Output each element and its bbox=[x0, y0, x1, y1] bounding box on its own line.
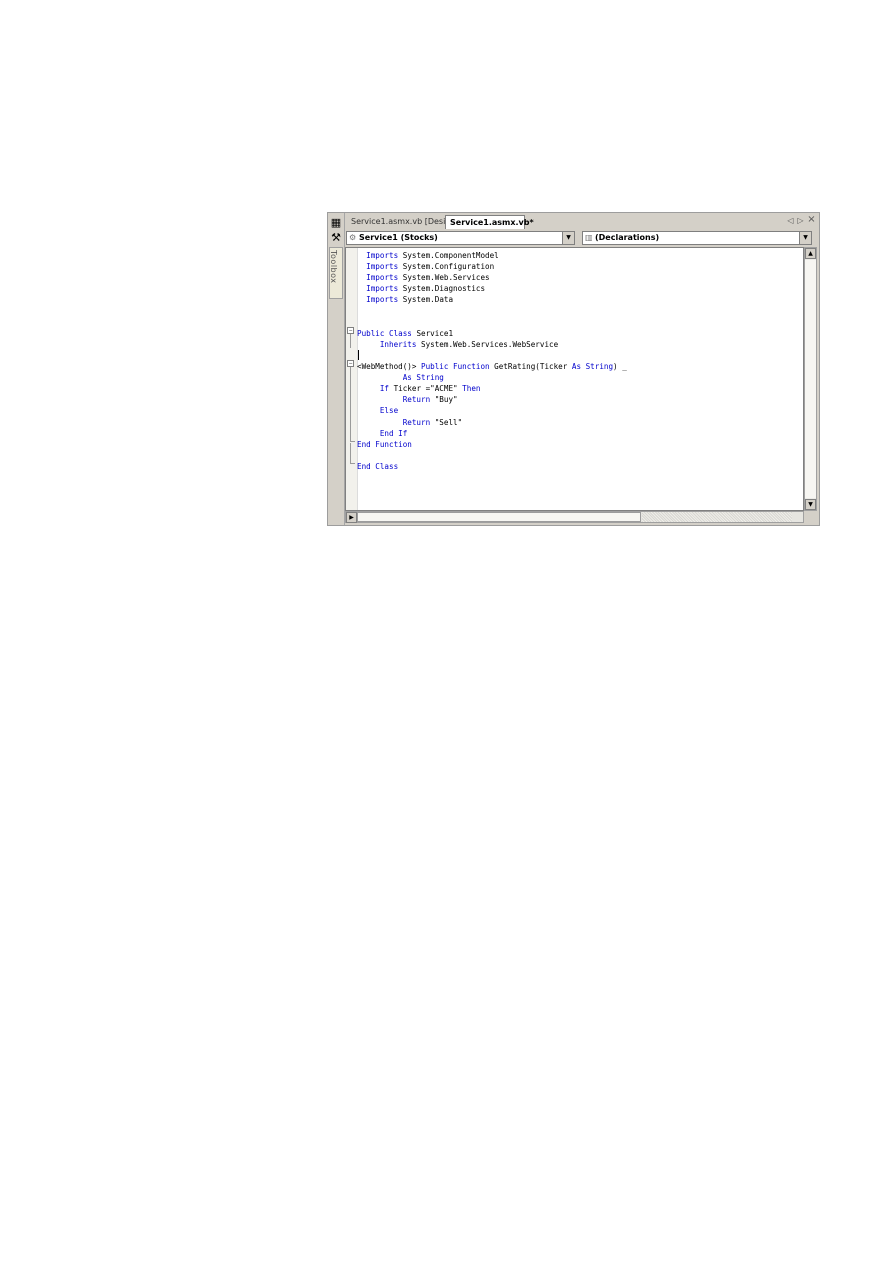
code-keyword: Inherits bbox=[379, 339, 417, 349]
code-text: "Sell" bbox=[430, 417, 463, 427]
code-keyword: Return bbox=[402, 417, 431, 427]
code-text: GetRating(Ticker bbox=[489, 362, 572, 371]
horizontal-scroll-thumb[interactable] bbox=[357, 512, 641, 522]
code-text: System.Diagnostics bbox=[398, 284, 486, 294]
code-keyword: Else bbox=[379, 406, 399, 416]
code-text: System.Configuration bbox=[398, 262, 495, 272]
code-text: Ticker ="ACME" bbox=[389, 384, 463, 394]
class-name-dropdown[interactable]: ⚙ Service1 (Stocks) ▼ bbox=[346, 231, 575, 245]
outline-line bbox=[350, 443, 351, 463]
scroll-up-icon[interactable]: ▲ bbox=[805, 248, 816, 259]
code-text: <WebMethod()> bbox=[357, 362, 422, 371]
method-name-value: (Declarations) bbox=[595, 233, 660, 242]
scroll-down-icon[interactable]: ▼ bbox=[805, 499, 816, 510]
code-line: Return "Buy" bbox=[357, 394, 458, 405]
outline-end bbox=[350, 441, 355, 442]
code-line: <WebMethod()> Public Function GetRating(… bbox=[357, 361, 627, 372]
code-keyword: Imports bbox=[366, 273, 399, 283]
code-keyword: Public Function bbox=[421, 362, 490, 371]
code-keyword: As String bbox=[571, 362, 614, 371]
code-keyword: Return bbox=[402, 395, 431, 405]
code-text: System.Web.Services.WebService bbox=[416, 339, 559, 349]
code-line: Else bbox=[357, 405, 398, 416]
code-line: Return "Sell" bbox=[357, 417, 462, 428]
code-keyword: End If bbox=[379, 428, 408, 438]
collapse-class-icon[interactable]: − bbox=[347, 327, 354, 334]
toolbox-label: Toolbox bbox=[329, 250, 338, 284]
scroll-right-icon[interactable]: ▶ bbox=[346, 512, 357, 523]
code-keyword: Imports bbox=[366, 295, 399, 305]
class-name-value: Service1 (Stocks) bbox=[359, 233, 438, 242]
text-caret bbox=[358, 350, 359, 360]
code-text: System.ComponentModel bbox=[398, 251, 499, 260]
code-text: ) _ bbox=[613, 362, 627, 371]
code-keyword: End Function bbox=[357, 439, 412, 449]
outline-end bbox=[350, 463, 355, 464]
collapse-function-icon[interactable]: − bbox=[347, 360, 354, 367]
code-line: Public Class Service1 bbox=[357, 328, 453, 339]
code-text: System.Web.Services bbox=[398, 273, 490, 283]
chevron-down-icon[interactable]: ▼ bbox=[562, 232, 574, 244]
code-line: Imports System.Configuration bbox=[357, 261, 494, 272]
code-line: End Function bbox=[357, 439, 412, 450]
tab-code-view[interactable]: Service1.asmx.vb* bbox=[445, 215, 534, 229]
vertical-scroll-track[interactable] bbox=[805, 260, 816, 498]
tab-scroll-right-icon[interactable]: ▷ bbox=[796, 216, 805, 225]
code-keyword: If bbox=[379, 384, 390, 394]
toolbox-strip: ▦ ⚒ Toolbox bbox=[328, 213, 345, 525]
code-keyword: Public Class bbox=[357, 328, 412, 338]
code-keyword: End Class bbox=[357, 461, 399, 471]
code-editor-window: ▦ ⚒ Toolbox Service1.asmx.vb [Design]* S… bbox=[327, 212, 820, 526]
code-keyword: As String bbox=[402, 373, 444, 383]
code-line: Inherits System.Web.Services.WebService bbox=[357, 339, 558, 350]
code-text: System.Data bbox=[398, 295, 454, 305]
horizontal-scrollbar[interactable]: ◀ ▶ bbox=[345, 511, 804, 523]
class-icon: ⚙ bbox=[349, 233, 357, 242]
code-line: Imports System.Diagnostics bbox=[357, 283, 485, 294]
code-text: Service1 bbox=[411, 328, 454, 338]
toolbox-hammer-icon[interactable]: ⚒ bbox=[329, 231, 343, 245]
code-line: As String bbox=[357, 372, 444, 383]
code-line: If Ticker ="ACME" Then bbox=[357, 383, 481, 394]
code-line: Imports System.Data bbox=[357, 294, 453, 305]
scrollbar-corner bbox=[804, 511, 817, 523]
method-name-dropdown[interactable]: ▥ (Declarations) ▼ bbox=[582, 231, 812, 245]
code-line: End If bbox=[357, 428, 407, 439]
close-icon[interactable]: × bbox=[807, 214, 816, 225]
outline-line bbox=[350, 367, 351, 441]
code-keyword: Imports bbox=[366, 284, 399, 294]
tab-design-view[interactable]: Service1.asmx.vb [Design]* bbox=[347, 215, 463, 229]
code-keyword: Imports bbox=[366, 262, 399, 272]
code-keyword: Then bbox=[462, 384, 481, 394]
document-tab-strip: Service1.asmx.vb [Design]* Service1.asmx… bbox=[345, 214, 817, 229]
server-explorer-icon[interactable]: ▦ bbox=[329, 216, 343, 230]
code-text: "Buy" bbox=[430, 395, 458, 405]
code-text-area[interactable]: − − Imports System.ComponentModel Import… bbox=[345, 247, 804, 511]
declarations-icon: ▥ bbox=[585, 233, 593, 242]
code-line: Imports System.Web.Services bbox=[357, 272, 490, 283]
horizontal-scroll-track[interactable] bbox=[642, 512, 792, 522]
tab-scroll-left-icon[interactable]: ◁ bbox=[786, 216, 795, 225]
vertical-scrollbar[interactable]: ▲ ▼ bbox=[804, 247, 817, 511]
code-line: Imports System.ComponentModel bbox=[357, 250, 499, 261]
code-line: End Class bbox=[357, 461, 398, 472]
outline-line bbox=[350, 334, 351, 348]
chevron-down-icon[interactable]: ▼ bbox=[799, 232, 811, 244]
code-keyword: Imports bbox=[366, 251, 399, 260]
